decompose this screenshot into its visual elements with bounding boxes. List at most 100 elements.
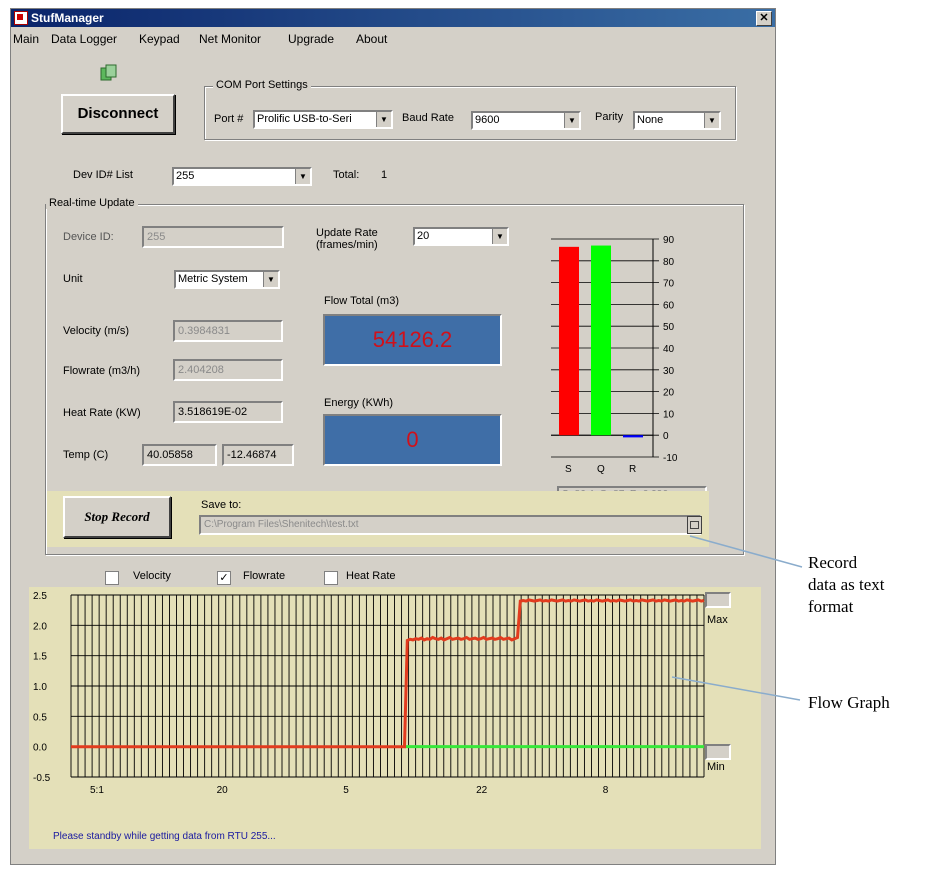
heat-rate-label: Heat Rate (KW) [63,407,141,419]
update-rate-sublabel: (frames/min) [316,239,378,251]
y-tick-label: 90 [663,235,675,246]
save-path-field[interactable]: C:\Program Files\Shenitech\test.txt [199,515,701,535]
temp-label: Temp (C) [63,449,109,461]
title-bar[interactable]: StufManager ✕ [11,9,775,27]
port-value: Prolific USB-to-Seri [257,113,352,125]
dev-id-value: 255 [176,170,195,182]
velocity-label: Velocity (m/s) [63,325,130,337]
stop-record-button[interactable]: Stop Record [63,496,171,538]
y-tick-label: 60 [663,300,675,311]
browse-button[interactable] [687,516,702,534]
device-id-field[interactable]: 255 [142,226,284,248]
chevron-down-icon: ▼ [263,272,278,287]
realtime-update-legend: Real-time Update [46,197,138,209]
y-tick-label: 20 [663,388,675,399]
heat-rate-checkbox[interactable] [324,571,338,585]
chevron-down-icon: ▼ [295,169,310,184]
app-icon [14,11,28,25]
max-label: Max [707,614,728,626]
y-tick-label: 2.0 [33,621,47,632]
heat-rate-field[interactable]: 3.518619E-02 [173,401,283,423]
y-tick-label: 80 [663,257,675,268]
heat-rate-option-label: Heat Rate [346,570,396,582]
x-tick-label: R [629,464,636,475]
menu-main[interactable]: Main [13,32,39,46]
dev-id-select[interactable]: 255 ▼ [172,167,312,186]
baud-rate-select[interactable]: 9600 ▼ [471,111,581,130]
flow-graph: 2.5 2.0 1.5 1.0 0.5 0.0 -0.5 5:1 20 5 22 8 [33,591,705,796]
min-field[interactable] [705,744,731,760]
stufmanager-window: StufManager ✕ Main Data Logger Keypad Ne… [10,8,776,865]
x-tick-label: 8 [603,785,609,796]
chevron-down-icon: ▼ [704,113,719,128]
y-tick-label: 30 [663,366,675,377]
flowrate-checkbox[interactable]: ✓ [217,571,231,585]
menu-keypad[interactable]: Keypad [139,32,180,46]
folder-icon [690,521,699,529]
record-annotation-line2: data as text [808,575,885,594]
unit-value: Metric System [178,273,248,285]
x-tick-label: 5:1 [90,785,104,796]
y-tick-label: 50 [663,322,675,333]
y-tick-label: 2.5 [33,591,47,602]
record-annotation: Record data as text format [808,552,884,618]
flow-annotation: Flow Graph [808,693,890,712]
total-label: Total: [333,169,360,181]
velocity-checkbox[interactable] [105,571,119,585]
flow-total-label: Flow Total (m3) [324,295,399,307]
temp2-field[interactable]: -12.46874 [222,444,294,466]
baud-rate-label: Baud Rate [402,112,454,124]
max-field[interactable] [705,592,731,608]
y-tick-label: 10 [663,409,675,420]
device-id-label: Device ID: [63,231,114,243]
baud-rate-value: 9600 [475,114,500,126]
flowrate-field[interactable]: 2.404208 [173,359,283,381]
min-label: Min [707,761,725,773]
menu-upgrade[interactable]: Upgrade [288,32,334,46]
y-tick-label: 1.5 [33,652,47,663]
y-tick-label: -0.5 [33,773,51,784]
flowrate-label: Flowrate (m3/h) [63,365,141,377]
energy-label: Energy (KWh) [324,397,394,409]
menu-about[interactable]: About [356,32,387,46]
x-tick-label: 22 [476,785,488,796]
unit-label: Unit [63,273,83,285]
x-tick-label: Q [597,464,605,475]
parity-select[interactable]: None ▼ [633,111,721,130]
x-tick-label: 20 [217,785,229,796]
bar-s [559,246,579,436]
temp1-field[interactable]: 40.05858 [142,444,217,466]
chevron-down-icon: ▼ [492,229,507,244]
com-port-settings-legend: COM Port Settings [213,79,311,91]
menu-net-monitor[interactable]: Net Monitor [199,32,261,46]
velocity-option-label: Velocity [133,570,171,582]
disconnect-button[interactable]: Disconnect [61,94,175,134]
parity-value: None [637,114,664,126]
connect-icon [100,64,117,81]
chevron-down-icon: ▼ [564,113,579,128]
close-button[interactable]: ✕ [756,11,772,26]
parity-label: Parity [595,111,624,123]
chevron-down-icon: ▼ [376,112,391,127]
record-annotation-line1: Record [808,553,858,572]
y-tick-label: 40 [663,344,675,355]
total-value: 1 [381,169,388,181]
update-rate-value: 20 [417,230,430,242]
velocity-field[interactable]: 0.3984831 [173,320,283,342]
dev-id-list-label: Dev ID# List [73,169,133,181]
x-tick-label: S [565,464,572,475]
unit-select[interactable]: Metric System ▼ [174,270,280,289]
signal-quality-bar-chart: 90 80 70 60 50 40 30 20 10 0 -10 S Q R [551,235,678,475]
update-rate-label: Update Rate [316,227,378,239]
menu-data-logger[interactable]: Data Logger [51,32,117,46]
y-tick-label: 70 [663,279,675,290]
port-select[interactable]: Prolific USB-to-Seri ▼ [253,110,393,129]
y-tick-label: -10 [663,453,678,464]
y-tick-label: 0.5 [33,712,47,723]
save-to-label: Save to: [201,499,242,511]
bar-q [591,245,611,436]
energy-display: 0 [323,414,502,466]
y-tick-label: 0 [663,431,669,442]
update-rate-select[interactable]: 20 ▼ [413,227,509,246]
port-label: Port # [214,113,244,125]
